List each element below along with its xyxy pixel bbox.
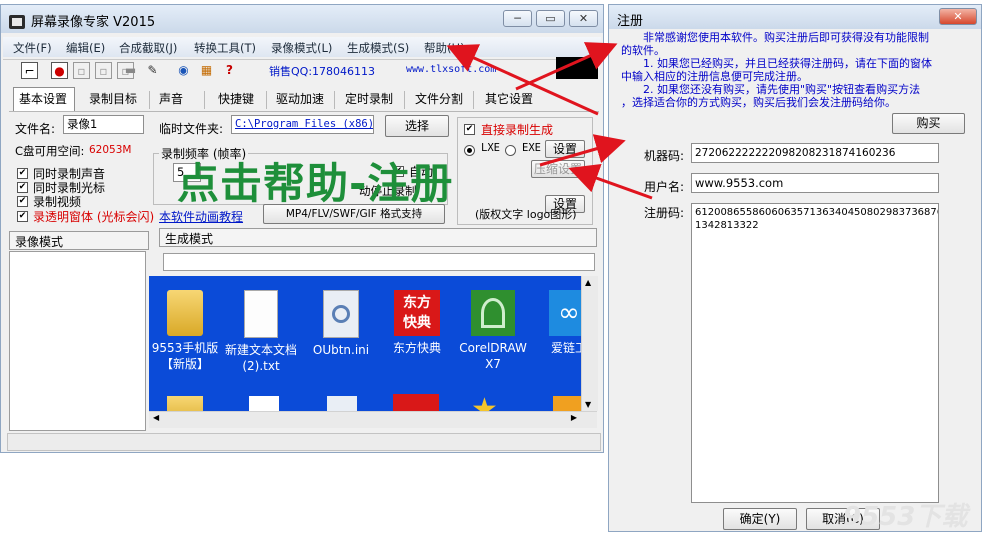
site-watermark-logo: 9553下载 xyxy=(843,502,968,532)
arrow-to-machine-code xyxy=(539,134,626,167)
arrow-to-regcode xyxy=(568,163,653,200)
arrow-to-buy-button xyxy=(515,42,618,91)
annotation-arrows xyxy=(446,42,653,200)
arrow-to-help-menu xyxy=(446,44,599,116)
